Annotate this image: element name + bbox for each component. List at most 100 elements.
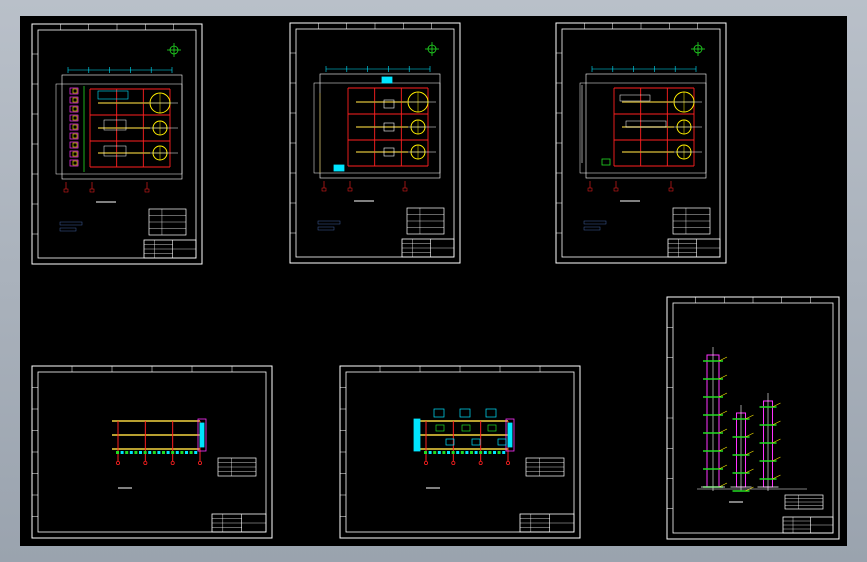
title-block xyxy=(211,513,267,533)
footing-marker xyxy=(423,460,428,465)
equipment-frame xyxy=(625,120,667,128)
equipment-dot xyxy=(447,451,450,454)
equipment-dot xyxy=(125,451,129,454)
equipment-dot xyxy=(493,451,496,454)
equipment-frame xyxy=(485,408,497,418)
drawing-svg[interactable] xyxy=(20,16,847,546)
drawing-sheet-elevation-2[interactable] xyxy=(339,365,581,539)
equipment-marker xyxy=(333,164,345,172)
plan-boundary xyxy=(319,73,441,179)
equipment-dot xyxy=(185,451,188,454)
equipment-dot xyxy=(451,451,455,454)
grid-axis-marker xyxy=(321,187,327,192)
equipment-core xyxy=(72,88,78,94)
footing-marker xyxy=(170,460,175,465)
north-arrow-icon xyxy=(425,42,439,56)
equipment-dot xyxy=(175,451,179,454)
grid-axis-marker xyxy=(613,187,619,192)
equipment-dot xyxy=(460,451,464,454)
equipment-dot xyxy=(456,451,460,454)
note-text-mark xyxy=(583,220,607,225)
model-space-canvas[interactable] xyxy=(20,16,847,546)
app-window xyxy=(0,0,867,562)
equipment-core xyxy=(72,106,78,112)
equipment-dot xyxy=(483,451,487,454)
plan-boundary-inner xyxy=(313,82,441,174)
sheet-outer-border xyxy=(666,296,840,540)
title-block xyxy=(782,516,834,534)
equipment-dot xyxy=(139,451,142,454)
equipment-dot xyxy=(134,451,138,454)
equipment-dot xyxy=(465,451,469,454)
north-arrow-icon xyxy=(691,42,705,56)
equipment-core xyxy=(72,133,78,139)
equipment-core xyxy=(72,151,78,157)
footing-marker xyxy=(505,460,510,465)
footing-marker xyxy=(197,460,202,465)
notes-table xyxy=(784,494,824,510)
notes-table xyxy=(406,207,445,235)
equipment-frame xyxy=(435,424,445,432)
equipment-dot xyxy=(424,451,427,454)
equipment-frame xyxy=(487,424,497,432)
title-block xyxy=(401,238,455,258)
equipment-dot xyxy=(143,451,147,454)
equipment-dot xyxy=(479,451,483,454)
sheet-outer-border xyxy=(31,365,273,539)
equipment-core xyxy=(72,97,78,103)
equipment-frame xyxy=(97,90,129,100)
equipment-dot xyxy=(194,451,198,454)
equipment-frame xyxy=(433,408,445,418)
grid-axis-marker xyxy=(63,188,69,193)
footing-marker xyxy=(451,460,456,465)
grid-axis-marker xyxy=(668,187,674,192)
title-block xyxy=(519,513,575,533)
tower-1[interactable] xyxy=(701,347,728,491)
equipment-frame xyxy=(445,438,455,446)
plan-boundary xyxy=(585,73,707,179)
note-text-mark xyxy=(59,221,83,226)
equipment-dot xyxy=(437,451,441,454)
grid-axis-marker xyxy=(587,187,593,192)
equipment-frame xyxy=(459,408,471,418)
drawing-sheet-plan-3[interactable] xyxy=(555,22,727,264)
equipment-core xyxy=(72,160,78,166)
footing-marker xyxy=(478,460,483,465)
equipment-frame xyxy=(497,438,507,446)
title-block xyxy=(143,239,197,259)
equipment-dot xyxy=(157,451,161,454)
equipment-frame xyxy=(471,438,481,446)
note-text-mark xyxy=(317,226,335,231)
drawing-sheet-towers[interactable] xyxy=(666,296,840,540)
drawing-sheet-plan-1[interactable] xyxy=(31,23,203,265)
note-text-mark xyxy=(59,227,77,232)
drawing-sheet-plan-2[interactable] xyxy=(289,22,461,264)
equipment-dot xyxy=(488,451,492,454)
equipment-core xyxy=(507,422,513,448)
sheet-outer-border xyxy=(339,365,581,539)
equipment-dot xyxy=(148,451,152,454)
grid-axis-marker xyxy=(347,187,353,192)
equipment-dot xyxy=(129,451,133,454)
notes-table xyxy=(672,207,711,235)
footing-marker xyxy=(116,460,121,465)
tower-2[interactable] xyxy=(730,405,754,492)
north-arrow-icon xyxy=(167,43,181,57)
equipment-dot xyxy=(474,451,478,454)
equipment-marker xyxy=(601,158,611,166)
equipment-dot xyxy=(171,451,175,454)
note-text-mark xyxy=(317,220,341,225)
equipment-frame xyxy=(103,145,127,157)
equipment-dot xyxy=(497,451,501,454)
equipment-core xyxy=(72,115,78,121)
sheet-inner-border xyxy=(37,371,267,533)
equipment-frame xyxy=(383,99,395,109)
plan-boundary xyxy=(61,74,183,180)
equipment-marker xyxy=(381,76,393,84)
equipment-core xyxy=(199,422,205,448)
equipment-block xyxy=(413,418,421,452)
tower-3[interactable] xyxy=(757,393,781,491)
equipment-dot xyxy=(502,451,506,454)
notes-table xyxy=(217,457,257,477)
drawing-sheet-elevation-1[interactable] xyxy=(31,365,273,539)
